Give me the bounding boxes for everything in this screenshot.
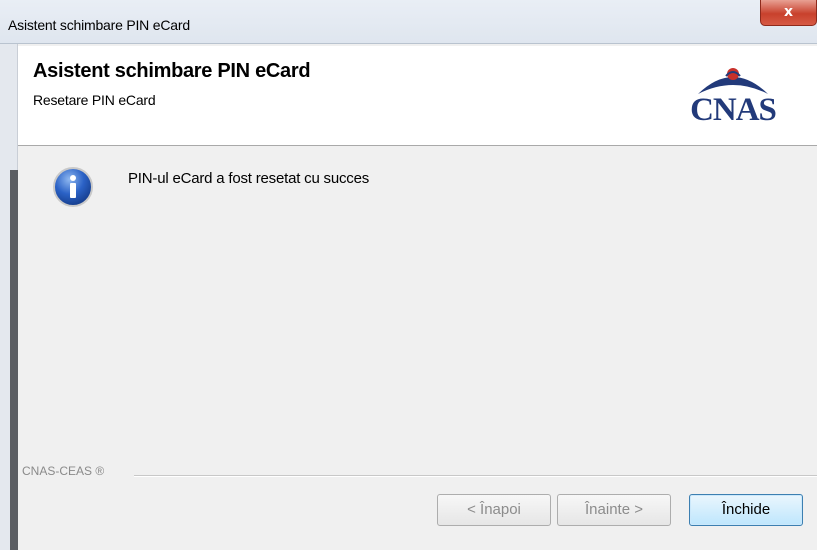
cnas-logo: CNAS xyxy=(668,64,798,134)
footer-brand: CNAS-CEAS ® xyxy=(22,464,105,478)
header-subtitle: Resetare PIN eCard xyxy=(33,92,156,108)
close-icon: x xyxy=(783,4,794,20)
left-edge-shadow xyxy=(10,170,18,550)
window-title: Asistent schimbare PIN eCard xyxy=(8,17,190,33)
header-title: Asistent schimbare PIN eCard xyxy=(33,60,311,82)
window-close-button[interactable]: x xyxy=(760,0,817,26)
status-message: PIN-ul eCard a fost resetat cu succes xyxy=(128,170,370,187)
title-bar[interactable]: Asistent schimbare PIN eCard x xyxy=(0,0,817,44)
info-icon xyxy=(53,167,93,207)
wizard-window: Asistent schimbare PIN eCard x Asistent … xyxy=(0,0,817,550)
wizard-header: Asistent schimbare PIN eCard Resetare PI… xyxy=(18,46,817,146)
wizard-content: PIN-ul eCard a fost resetat cu succes CN… xyxy=(18,146,817,550)
footer-divider xyxy=(134,475,817,477)
back-button[interactable]: < Înapoi xyxy=(437,494,551,526)
next-button[interactable]: Înainte > xyxy=(557,494,671,526)
logo-text: CNAS xyxy=(690,92,777,128)
close-button[interactable]: Închide xyxy=(689,494,803,526)
